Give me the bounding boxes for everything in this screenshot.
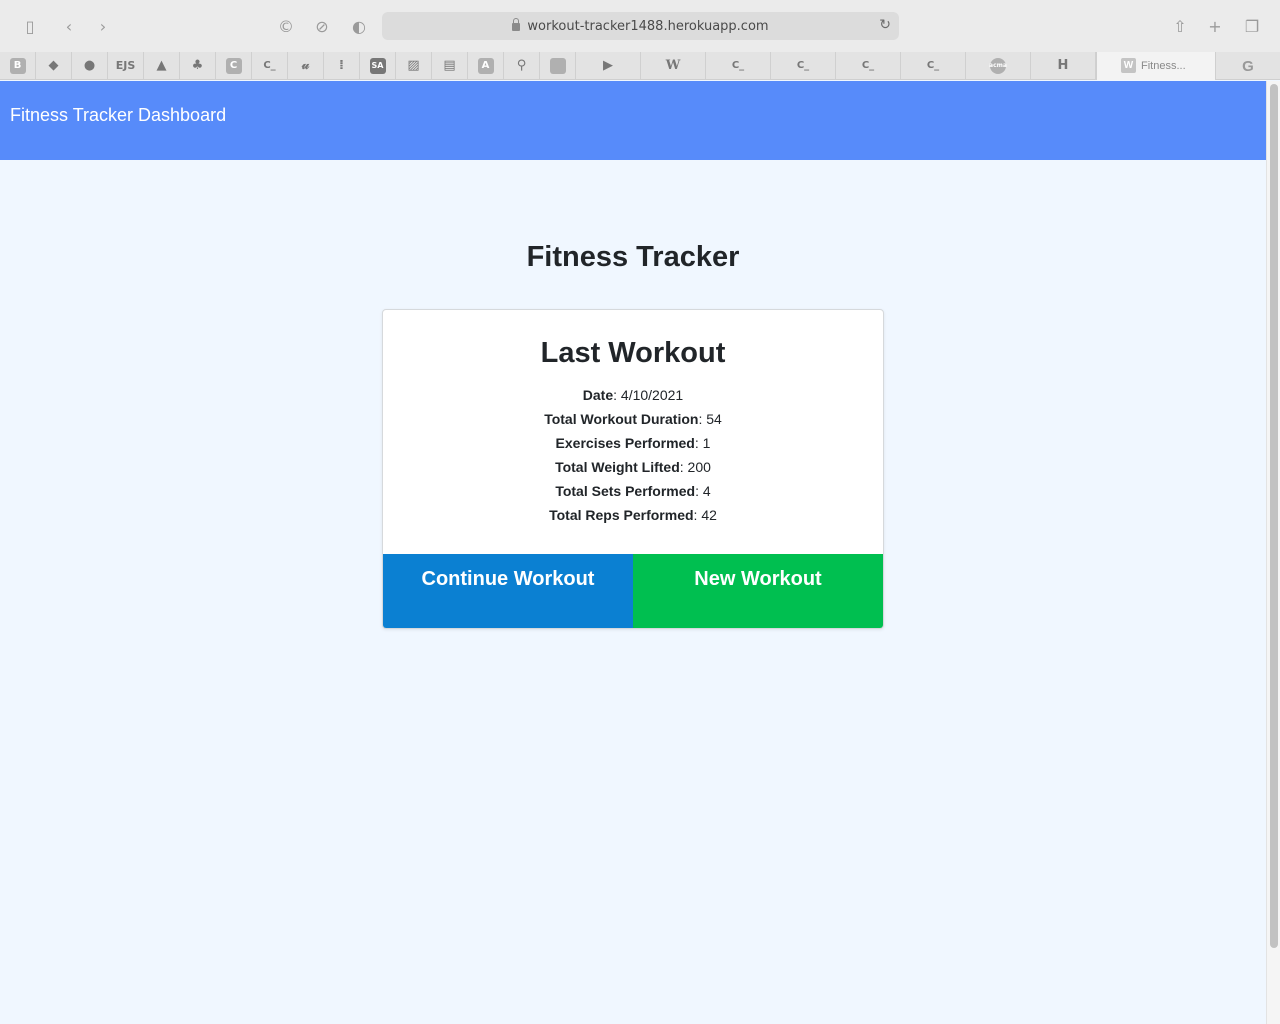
tab-overview-icon[interactable]: ❐ [1240, 14, 1264, 38]
stat-label: Date [582, 387, 614, 403]
page-viewport: Fitness Tracker Dashboard Fitness Tracke… [0, 81, 1266, 1024]
stat-value: 200 [687, 459, 711, 475]
new-tab-icon[interactable]: + [1203, 14, 1227, 38]
tab-google[interactable]: G [1216, 52, 1280, 80]
image-icon: ▨ [407, 58, 420, 73]
youtube-icon: ▶ [603, 58, 613, 73]
pinned-tab[interactable]: H [1031, 52, 1096, 79]
pinned-tab[interactable]: A [468, 52, 504, 79]
privacy-shield-icon[interactable]: ◐ [347, 14, 371, 38]
stat-exercises: Exercises Performed: 1 [555, 435, 711, 451]
pinned-tab[interactable]: C_ [771, 52, 836, 79]
pinned-tab-github[interactable]: ● [72, 52, 108, 79]
navbar-brand[interactable]: Fitness Tracker Dashboard [10, 105, 226, 126]
address-bar[interactable]: workout-tracker1488.herokuapp.com ↻ [382, 12, 899, 40]
pinned-tab-image[interactable]: ▨ [396, 52, 432, 79]
stat-weight: Total Weight Lifted: 200 [555, 459, 711, 475]
workout-stats: Date: 4/10/2021 Total Workout Duration: … [383, 385, 883, 529]
pinned-tab-clover[interactable]: ♣ [180, 52, 216, 79]
page-title: Fitness Tracker [526, 241, 740, 273]
clover-icon: ♣ [191, 58, 204, 73]
pinned-tab[interactable]: B [0, 52, 36, 79]
stat-value: 54 [706, 411, 722, 427]
stat-label: Total Weight Lifted [555, 459, 680, 475]
pinned-tab[interactable]: EJS [108, 52, 144, 79]
stat-value: 42 [701, 507, 717, 523]
pinned-tab-dots[interactable]: ⁞ [324, 52, 360, 79]
dots-grid-icon: ⁞ [339, 58, 344, 73]
pinned-tab[interactable]: W [641, 52, 706, 79]
stat-label: Total Workout Duration [544, 411, 699, 427]
book-icon: ▤ [443, 58, 456, 73]
navbar: Fitness Tracker Dashboard [0, 81, 1266, 160]
last-workout-card: Last Workout Date: 4/10/2021 Total Worko… [382, 309, 884, 629]
gitlab-icon: ◆ [48, 58, 59, 73]
square-icon [549, 57, 566, 74]
extension-target-icon[interactable]: ⊘ [310, 14, 334, 38]
pinned-tab[interactable]: C [216, 52, 252, 79]
stat-label: Total Sets Performed [555, 483, 696, 499]
back-button-icon[interactable]: ‹ [57, 14, 81, 38]
search-icon: ⚲ [516, 58, 527, 73]
stat-total-duration: Total Workout Duration: 54 [544, 411, 722, 427]
lock-icon [512, 18, 521, 31]
pinned-tab-mountain[interactable]: ▲ [144, 52, 180, 79]
continue-workout-button[interactable]: Continue Workout [383, 554, 633, 628]
script-icon: 𝓊 [301, 58, 310, 73]
stat-value: 4 [702, 483, 711, 499]
card-title: Last Workout [540, 337, 726, 369]
pinned-tab[interactable]: C_ [901, 52, 966, 79]
sidebar-toggle-icon[interactable]: ▯ [18, 14, 42, 38]
pinned-tab-book[interactable]: ▤ [432, 52, 468, 79]
pinned-tab[interactable]: C_ [252, 52, 288, 79]
mountain-icon: ▲ [156, 58, 167, 73]
pinned-tab-search[interactable]: ⚲ [504, 52, 540, 79]
pinned-tab-gitlab[interactable]: ◆ [36, 52, 72, 79]
stat-value: 4/10/2021 [620, 387, 684, 403]
scrollbar-thumb[interactable] [1270, 84, 1278, 948]
stat-sets: Total Sets Performed: 4 [555, 483, 711, 499]
address-bar-url: workout-tracker1488.herokuapp.com [527, 18, 769, 34]
pinned-tab-youtube[interactable]: ▶ [576, 52, 641, 79]
browser-toolbar: ▯ ‹ › © ⊘ ◐ workout-tracker1488.herokuap… [0, 0, 1280, 52]
pinned-tab[interactable]: acma [966, 52, 1031, 79]
tab-active[interactable]: W Fitness... [1096, 52, 1216, 80]
github-icon: ● [83, 58, 96, 73]
new-workout-button[interactable]: New Workout [633, 554, 883, 628]
forward-button-icon[interactable]: › [91, 14, 115, 38]
stat-date: Date: 4/10/2021 [582, 387, 684, 403]
extension-c-icon[interactable]: © [274, 14, 298, 38]
pinned-tab[interactable]: C_ [706, 52, 771, 79]
reload-icon[interactable]: ↻ [879, 17, 891, 33]
pinned-tab[interactable]: SA [360, 52, 396, 79]
stat-label: Total Reps Performed [549, 507, 694, 523]
tab-favicon: W [1121, 58, 1136, 73]
pinned-tab-script[interactable]: 𝓊 [288, 52, 324, 79]
pinned-tab-square[interactable] [540, 52, 576, 79]
stat-label: Exercises Performed [555, 435, 695, 451]
share-icon[interactable]: ⇧ [1168, 14, 1192, 38]
stat-reps: Total Reps Performed: 42 [549, 507, 717, 523]
google-icon: G [1242, 57, 1254, 75]
pinned-tab[interactable]: C_ [836, 52, 901, 79]
tab-title: Fitness... [1141, 60, 1186, 72]
stat-value: 1 [702, 435, 711, 451]
tab-strip: B ◆ ● EJS ▲ ♣ C C_ 𝓊 ⁞ SA ▨ ▤ A ⚲ ▶ W C_… [0, 52, 1280, 80]
scrollbar[interactable] [1266, 81, 1280, 1024]
